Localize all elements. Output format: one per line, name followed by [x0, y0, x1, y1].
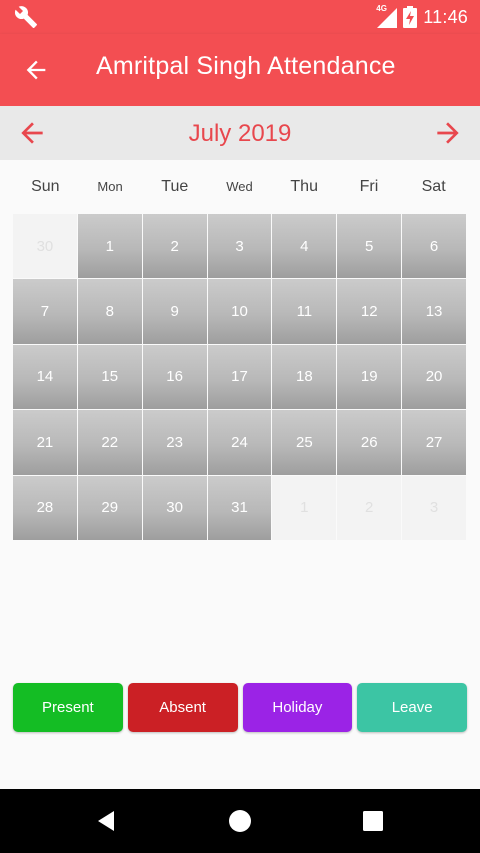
page-title: Amritpal Singh Attendance — [96, 52, 396, 80]
calendar-day[interactable]: 2 — [142, 214, 207, 279]
attendance-legend: Present Absent Holiday Leave — [13, 683, 467, 732]
calendar-day[interactable]: 3 — [207, 214, 272, 279]
status-time: 11:46 — [423, 6, 468, 27]
calendar-day[interactable]: 21 — [13, 410, 77, 475]
calendar-day[interactable]: 30 — [142, 475, 207, 540]
calendar-day-outside: 30 — [13, 214, 77, 279]
calendar-day[interactable]: 27 — [402, 410, 466, 475]
calendar-day-outside: 1 — [272, 475, 337, 540]
leave-button[interactable]: Leave — [357, 683, 467, 732]
app-bar: Amritpal Singh Attendance — [0, 34, 480, 106]
weekday-thu: Thu — [290, 178, 318, 195]
calendar-day[interactable]: 1 — [77, 214, 142, 279]
calendar-day[interactable]: 15 — [77, 344, 142, 410]
month-label: July 2019 — [188, 120, 292, 147]
calendar-grid: 30 1 2 3 4 5 6 7 8 9 10 11 12 13 14 15 16 17 18 19 20 21 22 23 2… — [13, 214, 466, 540]
weekday-sat: Sat — [421, 178, 446, 195]
calendar-day[interactable]: 4 — [272, 214, 337, 279]
calendar-day[interactable]: 26 — [337, 410, 402, 475]
calendar-day[interactable]: 12 — [337, 279, 402, 344]
weekday-header: Sun Mon Tue Wed Thu Fri Sat — [13, 160, 466, 214]
calendar-day[interactable]: 22 — [77, 410, 142, 475]
calendar-day[interactable]: 8 — [77, 279, 142, 344]
nav-recent-apps-icon[interactable] — [359, 807, 387, 835]
next-month-arrow-icon[interactable] — [432, 117, 464, 149]
calendar-day[interactable]: 29 — [77, 475, 142, 540]
calendar-day[interactable]: 31 — [207, 475, 272, 540]
network-type: 4G — [376, 4, 387, 13]
back-arrow-icon[interactable] — [22, 56, 50, 84]
calendar-day-outside: 2 — [337, 475, 402, 540]
calendar-day[interactable]: 20 — [402, 344, 466, 410]
calendar-day[interactable]: 28 — [13, 475, 77, 540]
calendar-day[interactable]: 18 — [272, 344, 337, 410]
calendar-day[interactable]: 19 — [337, 344, 402, 410]
weekday-wed: Wed — [226, 179, 253, 194]
calendar-day[interactable]: 9 — [142, 279, 207, 344]
holiday-button[interactable]: Holiday — [242, 683, 353, 732]
cell-signal-icon: 4G — [375, 4, 398, 28]
calendar-day[interactable]: 23 — [142, 410, 207, 475]
calendar-day[interactable]: 13 — [402, 279, 466, 344]
weekday-mon: Mon — [97, 179, 123, 194]
calendar-day[interactable]: 7 — [13, 279, 77, 344]
present-button[interactable]: Present — [13, 683, 123, 732]
calendar-day[interactable]: 6 — [402, 214, 466, 279]
weekday-fri: Fri — [359, 178, 379, 195]
month-navigation: July 2019 — [0, 106, 480, 160]
weekday-sun: Sun — [31, 178, 60, 195]
status-bar: 4G 11:46 — [0, 0, 480, 34]
system-navigation-bar — [0, 789, 480, 853]
wrench-icon — [14, 6, 37, 28]
weekday-tue: Tue — [161, 178, 189, 195]
calendar-day[interactable]: 11 — [272, 279, 337, 344]
calendar-day[interactable]: 17 — [207, 344, 272, 410]
absent-button[interactable]: Absent — [127, 683, 238, 732]
calendar-day[interactable]: 5 — [337, 214, 402, 279]
calendar-day[interactable]: 14 — [13, 344, 77, 410]
calendar-day[interactable]: 24 — [207, 410, 272, 475]
calendar-day-outside: 3 — [402, 475, 466, 540]
battery-charging-icon — [403, 6, 418, 28]
calendar-day[interactable]: 10 — [207, 279, 272, 344]
calendar-day[interactable]: 16 — [142, 344, 207, 410]
nav-home-icon[interactable] — [226, 807, 254, 835]
nav-back-icon[interactable] — [93, 807, 121, 835]
calendar-day[interactable]: 25 — [272, 410, 337, 475]
